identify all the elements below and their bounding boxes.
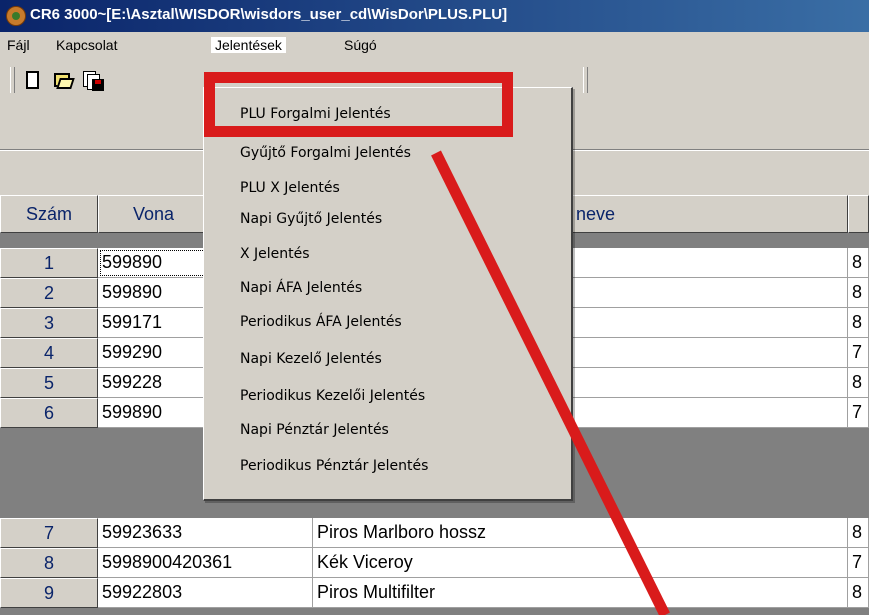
row-number[interactable]: 5 [0,368,98,398]
menu-file[interactable]: Fájl [7,37,30,53]
extra-cell[interactable]: 8 [848,368,869,398]
extra-cell[interactable]: 8 [848,308,869,338]
window-title: CR6 3000~[E:\Asztal\WISDOR\wisdors_user_… [30,6,508,23]
menu-item-daily-cash-report[interactable]: Napi Pénztár Jelentés [240,420,389,440]
extra-cell[interactable]: 8 [848,578,869,608]
row-number[interactable]: 1 [0,248,98,278]
column-header-extra[interactable] [848,195,869,233]
menu-item-daily-group-report[interactable]: Napi Gyűjtő Jelentés [240,209,382,229]
menu-item-periodic-operator-report[interactable]: Periodikus Kezelői Jelentés [240,386,425,406]
name-cell[interactable]: Kék Viceroy [313,548,848,578]
new-file-icon[interactable] [22,70,44,92]
row-number[interactable]: 3 [0,308,98,338]
name-cell[interactable]: Piros Multifilter [313,578,848,608]
barcode-cell[interactable]: 59923633 [98,518,313,548]
column-header-number[interactable]: Szám [0,195,98,233]
row-number[interactable]: 6 [0,398,98,428]
menu-item-plu-turnover-report[interactable]: PLU Forgalmi Jelentés [240,104,391,124]
save-icon[interactable] [82,70,104,92]
extra-cell[interactable]: 8 [848,518,869,548]
row-number[interactable]: 8 [0,548,98,578]
open-folder-icon[interactable] [52,70,75,92]
barcode-cell[interactable]: 59922803 [98,578,313,608]
menu-item-plu-x-report[interactable]: PLU X Jelentés [240,178,340,198]
menu-item-group-turnover-report[interactable]: Gyűjtő Forgalmi Jelentés [240,143,411,163]
menu-item-daily-operator-report[interactable]: Napi Kezelő Jelentés [240,349,382,369]
row-number[interactable]: 4 [0,338,98,368]
row-number[interactable]: 7 [0,518,98,548]
menu-help[interactable]: Súgó [344,37,377,53]
extra-cell[interactable]: 7 [848,548,869,578]
menu-reports[interactable]: Jelentések [211,37,286,53]
toolbar-separator [583,67,588,93]
reports-dropdown-menu: PLU Forgalmi Jelentés Gyűjtő Forgalmi Je… [203,87,573,501]
menu-connection[interactable]: Kapcsolat [56,37,117,53]
row-number[interactable]: 2 [0,278,98,308]
menu-bar: Fájl Kapcsolat Jelentések Súgó [0,32,869,59]
extra-cell[interactable]: 8 [848,248,869,278]
table-row[interactable]: 8 5998900420361 Kék Viceroy 7 [0,548,869,578]
extra-cell[interactable]: 7 [848,338,869,368]
extra-cell[interactable]: 7 [848,398,869,428]
menu-item-x-report[interactable]: X Jelentés [240,244,310,264]
extra-cell[interactable]: 8 [848,278,869,308]
name-cell[interactable]: Piros Marlboro hossz [313,518,848,548]
toolbar-grip[interactable] [10,67,15,93]
menu-item-periodic-cash-report[interactable]: Periodikus Pénztár Jelentés [240,456,428,476]
table-row[interactable]: 7 59923633 Piros Marlboro hossz 8 [0,518,869,548]
barcode-cell[interactable]: 5998900420361 [98,548,313,578]
table-row[interactable]: 9 59922803 Piros Multifilter 8 [0,578,869,608]
row-number[interactable]: 9 [0,578,98,608]
menu-item-periodic-vat-report[interactable]: Periodikus ÁFA Jelentés [240,312,402,332]
menu-item-daily-vat-report[interactable]: Napi ÁFA Jelentés [240,278,362,298]
title-bar[interactable]: CR6 3000~[E:\Asztal\WISDOR\wisdors_user_… [0,0,869,32]
cash-register-icon[interactable] [6,6,26,26]
